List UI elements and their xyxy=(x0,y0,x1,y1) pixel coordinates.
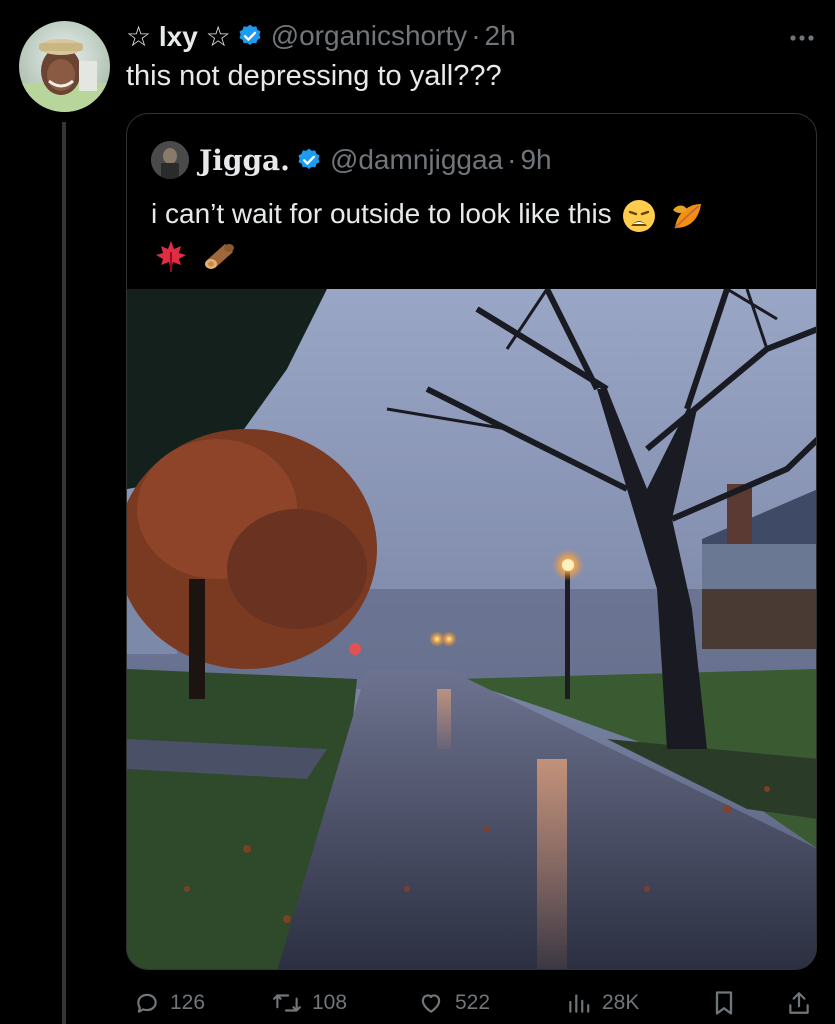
quoted-author-avatar xyxy=(151,141,189,179)
quoted-tweet-timestamp: 9h xyxy=(520,144,552,175)
author-name[interactable]: ☆ lxy ☆ xyxy=(126,20,231,53)
tweet-header: ☆ lxy ☆ @organicshorty · 2h xyxy=(126,18,516,54)
verified-badge-icon xyxy=(237,23,263,49)
wood-log-emoji-icon xyxy=(201,238,237,274)
fallen-leaf-emoji-icon xyxy=(669,198,705,234)
tweet-text: this not depressing to yall??? xyxy=(126,60,502,92)
views-button[interactable]: 28K xyxy=(566,983,639,1023)
verified-badge-icon xyxy=(296,147,322,173)
quoted-tweet-text: i can’t wait for outside to look like th… xyxy=(151,198,612,229)
separator-dot: · xyxy=(471,20,481,51)
separator-dot: · xyxy=(507,144,517,175)
author-handle[interactable]: @organicshorty xyxy=(271,20,468,52)
author-avatar[interactable] xyxy=(19,21,110,112)
more-options-icon[interactable] xyxy=(789,22,815,48)
retweet-count: 108 xyxy=(312,991,348,1014)
quoted-tweet-photo[interactable] xyxy=(127,287,816,969)
quoted-tweet-card[interactable]: Jigga. @damnjiggaa · 9h i can’t wait for… xyxy=(126,113,817,970)
quoted-author-name: Jigga. xyxy=(199,143,290,177)
retweet-icon xyxy=(273,994,301,1012)
quoted-author-handle: @damnjiggaa xyxy=(329,144,504,175)
views-count: 28K xyxy=(602,991,640,1014)
retweet-button[interactable]: 108 xyxy=(272,983,347,1023)
tweet-timestamp[interactable]: 2h xyxy=(485,20,516,52)
quoted-tweet-header: Jigga. @damnjiggaa · 9h xyxy=(151,141,552,179)
reply-count: 126 xyxy=(170,991,206,1014)
views-chart-icon xyxy=(569,994,590,1013)
share-icon xyxy=(789,992,809,1014)
like-button[interactable]: 522 xyxy=(417,983,490,1023)
share-button[interactable] xyxy=(786,983,822,1023)
quoted-tweet-text-block: i can’t wait for outside to look like th… xyxy=(151,194,791,274)
bookmark-button[interactable] xyxy=(712,983,746,1023)
action-bar: 126 108 522 28K xyxy=(126,983,816,1023)
like-count: 522 xyxy=(455,991,491,1014)
bookmark-icon xyxy=(715,991,733,1015)
maple-leaf-emoji-icon xyxy=(153,238,189,274)
thread-line xyxy=(62,122,66,1024)
reply-icon xyxy=(137,993,157,1013)
reply-button[interactable]: 126 xyxy=(134,983,205,1023)
weary-face-emoji-icon xyxy=(621,198,657,234)
heart-icon xyxy=(421,994,441,1013)
